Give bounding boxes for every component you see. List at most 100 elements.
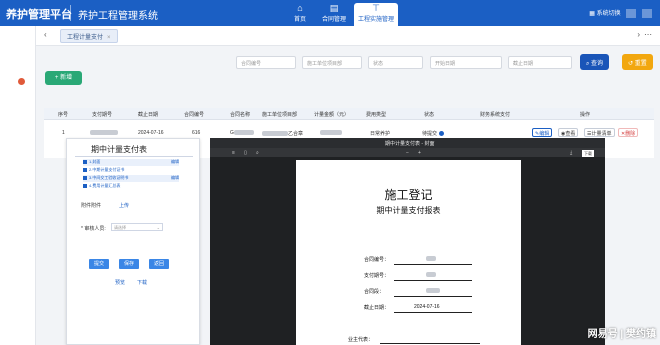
- row-contract-no: 616: [192, 130, 201, 136]
- user-icon[interactable]: [626, 8, 637, 18]
- search-icon[interactable]: ⌕: [256, 150, 259, 156]
- approver-select[interactable]: 请选择 ⌄: [111, 223, 163, 231]
- zoom-in-icon[interactable]: +: [418, 150, 421, 156]
- preview-link[interactable]: 预览: [115, 279, 125, 286]
- doc-item-acceptance[interactable]: 3.中间交工验收证明书 编辑: [83, 175, 179, 182]
- add-button[interactable]: + 新增: [45, 71, 82, 85]
- save-button[interactable]: 保存: [119, 259, 139, 269]
- tab-label: 工程计量支付: [67, 35, 104, 41]
- viewer-toolbar: ≡ ▯ ⌕ − + ⤓ 下载: [210, 148, 605, 157]
- doc-item-summary[interactable]: 4.费用计量汇总表: [83, 183, 179, 190]
- viewer-title: 期中计量支付表 - 封面: [385, 141, 435, 147]
- doc-label: 2.中期计量支付证书: [89, 167, 125, 172]
- system-title: 养护工程管理系统: [78, 11, 158, 22]
- col-unit: 施工单位项目部: [262, 112, 298, 118]
- col-status: 状态: [424, 112, 435, 118]
- close-icon[interactable]: ×: [107, 35, 111, 41]
- back-button[interactable]: 返回: [149, 259, 169, 269]
- checkbox-icon[interactable]: [83, 183, 87, 188]
- field-underline: [394, 264, 472, 265]
- contract-no-input[interactable]: 合同编号: [236, 56, 296, 69]
- field-key: 支付期号：: [364, 273, 390, 279]
- grid-icon: ▦: [589, 11, 595, 17]
- nav-contract[interactable]: ▤ 合同管理: [312, 3, 356, 26]
- download-link[interactable]: 下载: [137, 279, 147, 286]
- col-finance: 财务系统支付: [480, 112, 511, 118]
- more-icon[interactable]: ⋯: [644, 30, 652, 39]
- doc-item-certificate[interactable]: 2.中期计量支付证书: [83, 167, 179, 174]
- field-value: 2024-07-16: [414, 304, 440, 310]
- doc-item-cover[interactable]: 1.封面 编辑: [83, 159, 179, 166]
- view-label: 查看: [565, 131, 576, 137]
- unit-input[interactable]: 施工单位项目部: [302, 56, 362, 69]
- col-end-date: 截止日期: [138, 112, 159, 118]
- end-date-input[interactable]: 截止日期: [508, 56, 572, 69]
- reset-label: 重置: [634, 61, 647, 67]
- row-status: 待提交: [422, 130, 445, 137]
- doc-label: 4.费用计量汇总表: [89, 183, 121, 188]
- pdf-page: 施工登记 期中计量支付报表 合同编号： 支付期号： 合同段： 截止日期： 202…: [296, 160, 521, 345]
- checkbox-icon[interactable]: [83, 167, 87, 172]
- field-key: 截止日期：: [364, 305, 390, 311]
- row-status-text: 待提交: [422, 131, 438, 137]
- row-contract-name: G: [230, 130, 254, 136]
- row-index: 1: [62, 130, 65, 136]
- nav-project-label: 工程实施管理: [357, 17, 394, 23]
- doc-subtitle: 期中计量支付报表: [376, 206, 441, 215]
- upload-link[interactable]: 上传: [119, 202, 129, 209]
- pdf-viewer: 期中计量支付表 - 封面 ≡ ▯ ⌕ − + ⤓ 下载 施工登记 期中计量支付报…: [210, 138, 605, 345]
- field-underline: [394, 296, 472, 297]
- row-fee-type: 日常养护: [370, 131, 391, 137]
- left-sidebar: [0, 26, 36, 345]
- field-value: [426, 272, 436, 278]
- brand-divider: [70, 5, 71, 21]
- doc-edit-link[interactable]: 编辑: [171, 159, 179, 165]
- title-divider: [75, 156, 193, 157]
- contract-icon: ▤: [329, 3, 339, 13]
- notification-dot[interactable]: [18, 78, 25, 85]
- brand-title: 养护管理平台: [6, 9, 72, 21]
- status-select[interactable]: 状态: [368, 56, 423, 69]
- system-switch[interactable]: ▦ 系统切换: [589, 8, 652, 18]
- reset-button[interactable]: ↺ 重置: [622, 54, 653, 70]
- edit-button[interactable]: ✎编辑: [532, 128, 553, 137]
- payment-form-panel: 期中计量支付表 1.封面 编辑 2.中期计量支付证书 3.中间交工验收证明书 编…: [66, 138, 200, 345]
- field-underline: [394, 312, 472, 313]
- reset-icon: ↺: [628, 61, 634, 67]
- edit-label: 编辑: [539, 131, 550, 137]
- fullscreen-icon[interactable]: [642, 8, 652, 18]
- attachments-label: 附件附件: [81, 203, 102, 209]
- chevron-left-icon[interactable]: ‹: [44, 30, 47, 39]
- chevron-right-icon[interactable]: ›: [637, 30, 640, 39]
- doc-title: 施工登记: [384, 188, 433, 202]
- submit-button[interactable]: 提交: [89, 259, 109, 269]
- zoom-out-icon[interactable]: −: [406, 150, 409, 156]
- tabs-row: ‹ 工程计量支付 × › ⋯: [36, 26, 660, 46]
- query-button[interactable]: ⌕ 查询: [580, 54, 610, 70]
- crane-icon: ⊤: [372, 3, 380, 13]
- view-button[interactable]: ◉查看: [558, 128, 579, 137]
- delete-button[interactable]: ✕删除: [618, 128, 639, 137]
- field-value: [426, 256, 436, 262]
- checkbox-icon[interactable]: [83, 159, 87, 164]
- field-key: 合同段：: [364, 289, 385, 295]
- tab-measure-payment[interactable]: 工程计量支付 ×: [60, 29, 118, 43]
- system-switch-label: 系统切换: [596, 11, 621, 17]
- download-icon[interactable]: ⤓: [570, 150, 572, 156]
- measure-list-button[interactable]: ☰计量清单: [584, 128, 615, 137]
- signer-underline: [380, 343, 480, 344]
- sidebar-toggle-icon[interactable]: ≡: [232, 150, 235, 156]
- checkbox-icon[interactable]: [83, 175, 87, 180]
- doc-edit-link[interactable]: 编辑: [171, 175, 179, 181]
- nav-project[interactable]: ⊤ 工程实施管理: [354, 3, 398, 26]
- field-underline: [394, 280, 472, 281]
- download-tooltip: 下载: [582, 150, 594, 157]
- info-icon[interactable]: [439, 131, 445, 137]
- viewer-title-bar: 期中计量支付表 - 封面: [210, 138, 605, 148]
- doc-label: 3.中间交工验收证明书: [89, 175, 129, 180]
- start-date-input[interactable]: 开始日期: [430, 56, 502, 69]
- row-unit: 乙合章: [262, 130, 303, 137]
- page-icon[interactable]: ▯: [244, 150, 247, 156]
- delete-label: 删除: [625, 131, 636, 137]
- col-fee-type: 费用类型: [366, 112, 387, 118]
